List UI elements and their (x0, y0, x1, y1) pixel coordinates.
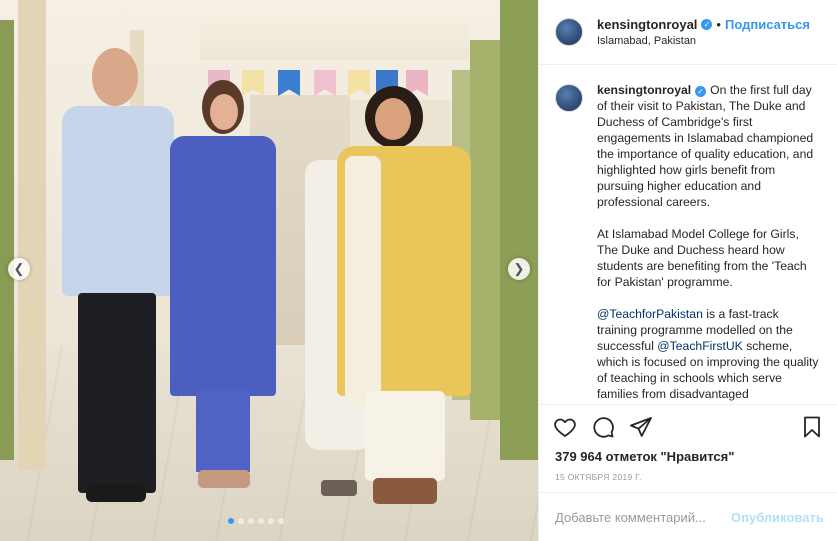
add-comment-bar: Опубликовать (539, 492, 837, 541)
photo-pillar (500, 0, 538, 460)
follow-button[interactable]: Подписаться (725, 17, 810, 32)
photo-pillar (18, 0, 46, 470)
photo-pillar (0, 20, 14, 460)
person-silhouette (335, 86, 475, 516)
chevron-left-icon: ❮ (13, 261, 25, 276)
person-silhouette (170, 80, 280, 500)
carousel-dot (228, 518, 234, 524)
post-actions-section: 379 964 отметок "Нравится" 15 ОКТЯБРЯ 20… (539, 404, 837, 482)
carousel-next-button[interactable]: ❯ (508, 258, 530, 280)
carousel-dots (228, 518, 284, 524)
caption-text: On the first full day of their visit to … (597, 83, 814, 209)
separator: • (716, 17, 721, 32)
caption-username[interactable]: kensingtonroyal (597, 83, 691, 97)
post-photo[interactable]: ❮ ❯ (0, 0, 538, 541)
caption-paragraph: @TeachforPakistan is a fast-track traini… (597, 306, 822, 402)
likes-count[interactable]: 379 964 отметок "Нравится" (539, 449, 837, 464)
publish-button[interactable]: Опубликовать (731, 510, 824, 525)
carousel-dot (258, 518, 264, 524)
photo-ceiling (200, 0, 470, 60)
verified-badge-icon: ✓ (701, 19, 713, 30)
carousel-dot (278, 518, 284, 524)
person-silhouette (50, 48, 180, 508)
carousel-dot (248, 518, 254, 524)
caption-paragraph: kensingtonroyal ✓ On the first full day of… (597, 82, 822, 210)
avatar[interactable] (555, 84, 583, 112)
bookmark-icon (804, 416, 820, 438)
avatar[interactable] (555, 18, 583, 46)
comments-area[interactable]: kensingtonroyal ✓ On the first full day of… (539, 66, 837, 404)
share-button[interactable] (629, 415, 653, 439)
chevron-right-icon: ❯ (513, 261, 525, 276)
action-bar (539, 405, 837, 449)
mention-link[interactable]: @TeachforPakistan (597, 307, 703, 321)
carousel-dot (268, 518, 274, 524)
carousel-dot (238, 518, 244, 524)
post-header: kensingtonroyal ✓ • Подписаться Islamaba… (539, 0, 837, 65)
carousel-prev-button[interactable]: ❮ (8, 258, 30, 280)
verified-badge-icon: ✓ (695, 86, 707, 97)
location-link[interactable]: Islamabad, Pakistan (597, 35, 810, 47)
like-button[interactable] (553, 415, 577, 439)
post-sidebar: kensingtonroyal ✓ • Подписаться Islamaba… (538, 0, 837, 541)
username-link[interactable]: kensingtonroyal (597, 17, 697, 32)
post-caption: kensingtonroyal ✓ On the first full day of… (555, 82, 822, 404)
mention-link[interactable]: @TeachFirstUK (657, 339, 743, 353)
heart-icon (554, 418, 576, 437)
comment-button[interactable] (591, 415, 615, 439)
caption-paragraph: At Islamabad Model College for Girls, Th… (597, 227, 807, 289)
post-date[interactable]: 15 ОКТЯБРЯ 2019 Г. (539, 472, 837, 482)
paper-plane-icon (630, 417, 652, 437)
comment-input[interactable] (555, 509, 731, 525)
save-button[interactable] (800, 415, 824, 439)
comment-bubble-icon (593, 417, 614, 438)
